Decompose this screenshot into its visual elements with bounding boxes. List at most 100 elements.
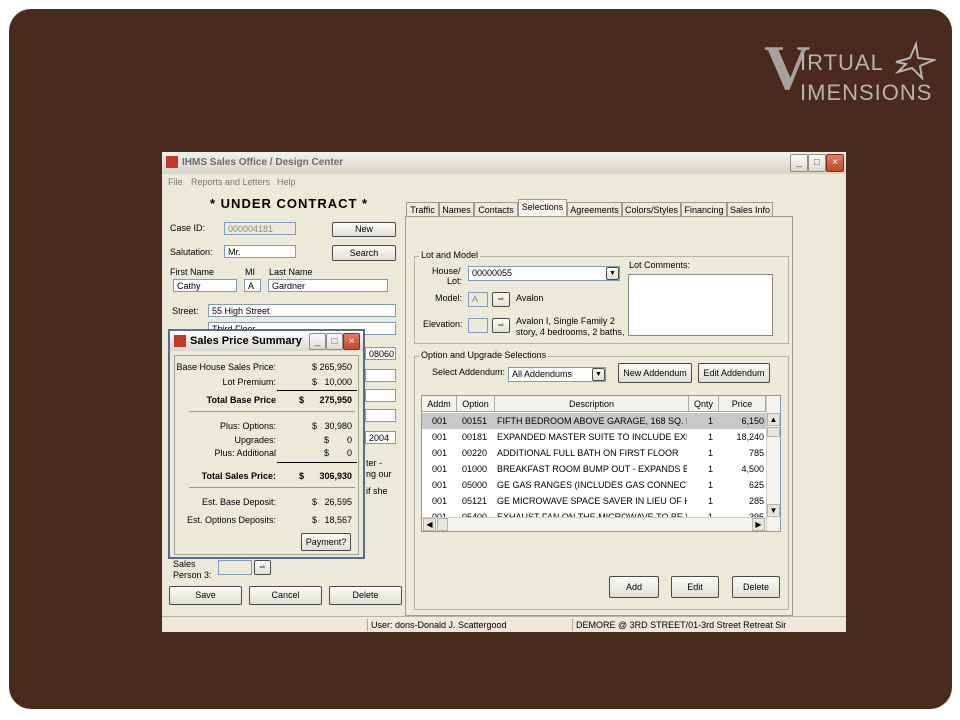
cell-addm: 001 <box>432 464 448 474</box>
currency-symbol: $ <box>299 395 305 405</box>
elevation-lookup-icon[interactable]: ⇨ <box>492 318 510 333</box>
column-header-price[interactable]: Price <box>719 396 766 412</box>
table-row[interactable]: 001 01000 BREAKFAST ROOM BUMP OUT - EXPA… <box>422 461 766 477</box>
column-header-qnty[interactable]: Qnty <box>689 396 719 412</box>
elevation-description: Avalon I, Single Family 2 story, 4 bedro… <box>516 316 625 337</box>
scroll-right-icon[interactable]: ▶ <box>752 518 765 531</box>
cell-addm: 001 <box>432 512 448 517</box>
currency-symbol: $ <box>299 471 305 481</box>
tab-names[interactable]: Names <box>439 202 474 216</box>
table-row[interactable]: 001 00151 FIFTH BEDROOM ABOVE GARAGE, 16… <box>422 413 766 429</box>
table-row[interactable]: 001 05121 GE MICROWAVE SPACE SAVER IN LI… <box>422 493 766 509</box>
virtual-dimensions-logo: V IRTUAL IMENSIONS <box>764 36 944 114</box>
sales-price-summary-dialog: Sales Price Summary _ □ × Base House Sal… <box>168 329 365 559</box>
dialog-maximize-button[interactable]: □ <box>326 333 343 350</box>
lot-premium-value: 10,000 <box>324 377 352 387</box>
menu-file[interactable]: File <box>168 177 183 187</box>
search-button[interactable]: Search <box>332 245 396 261</box>
tab-selections[interactable]: Selections <box>518 199 567 217</box>
edit-option-button[interactable]: Edit <box>671 576 719 598</box>
date-field[interactable]: 2004 <box>365 431 396 444</box>
tab-sales-info[interactable]: Sales Info <box>727 202 773 216</box>
add-option-button[interactable]: Add <box>609 576 659 598</box>
status-bar: User: dons-Donald J. Scattergood DEMORE … <box>162 616 846 632</box>
tab-agreements[interactable]: Agreements <box>567 202 622 216</box>
dialog-minimize-button[interactable]: _ <box>309 333 326 350</box>
maximize-button[interactable]: □ <box>808 154 826 172</box>
menu-help[interactable]: Help <box>277 177 296 187</box>
upgrades-value: 0 <box>346 435 352 445</box>
phone-field[interactable] <box>365 389 396 402</box>
cell-option: 00181 <box>462 432 488 442</box>
house-lot-dropdown-icon[interactable]: ▼ <box>606 267 619 280</box>
elevation-code-field[interactable] <box>468 318 488 333</box>
tab-traffic[interactable]: Traffic <box>406 202 439 216</box>
dialog-app-icon <box>174 335 186 347</box>
minimize-button[interactable]: _ <box>790 154 808 172</box>
city-field[interactable] <box>365 369 396 382</box>
street-field[interactable]: 55 High Street <box>208 304 396 317</box>
table-row[interactable]: 001 00220 ADDITIONAL FULL BATH ON FIRST … <box>422 445 766 461</box>
horizontal-scrollbar[interactable]: ◀ ▶ <box>422 517 766 531</box>
delete-option-button[interactable]: Delete <box>732 576 780 598</box>
salutation-label: Salutation: <box>170 247 213 257</box>
cell-option: 05121 <box>462 496 488 506</box>
sales-person3-lookup-icon[interactable]: ⇨ <box>254 560 271 575</box>
menu-reports-and-letters[interactable]: Reports and Letters <box>191 177 270 187</box>
new-addendum-button[interactable]: New Addendum <box>618 363 692 383</box>
first-name-field[interactable]: Cathy <box>173 279 237 292</box>
scroll-down-icon[interactable]: ▼ <box>767 504 780 517</box>
sales-person3-label-line2: Person 3: <box>173 570 212 580</box>
cancel-button[interactable]: Cancel <box>249 586 322 605</box>
dialog-title-bar: Sales Price Summary _ □ × <box>170 331 363 351</box>
tab-financing[interactable]: Financing <box>681 202 727 216</box>
hscroll-thumb[interactable] <box>437 518 448 531</box>
scroll-left-icon[interactable]: ◀ <box>423 518 436 531</box>
house-lot-label-line1: House/ <box>432 266 461 276</box>
tab-contacts[interactable]: Contacts <box>474 202 518 216</box>
delete-button[interactable]: Delete <box>329 586 402 605</box>
table-row[interactable]: 001 05400 EXHAUST FAN ON THE MICROWAVE T… <box>422 509 766 517</box>
zip-field[interactable]: 08060 <box>365 347 396 360</box>
house-lot-label-line2: Lot: <box>447 276 463 286</box>
currency-symbol: $ <box>324 435 330 445</box>
addendum-dropdown-icon[interactable]: ▼ <box>592 368 605 381</box>
model-lookup-icon[interactable]: ⇨ <box>492 292 510 307</box>
tab-colors-styles[interactable]: Colors/Styles <box>622 202 681 216</box>
section-rule <box>189 487 355 488</box>
case-id-field[interactable]: 000004181 <box>224 222 296 235</box>
cell-option: 00220 <box>462 448 488 458</box>
total-base-label: Total Base Price <box>206 395 276 405</box>
options-label: Plus: Options: <box>219 421 276 431</box>
cell-option: 01000 <box>462 464 488 474</box>
last-name-field[interactable]: Gardner <box>268 279 388 292</box>
star-icon <box>894 40 936 80</box>
sales-person3-field[interactable] <box>218 560 252 575</box>
cell-qnty: 1 <box>708 480 714 490</box>
edit-addendum-button[interactable]: Edit Addendum <box>698 363 770 383</box>
dialog-close-button[interactable]: × <box>343 333 360 350</box>
table-row[interactable]: 001 00181 EXPANDED MASTER SUITE TO INCLU… <box>422 429 766 445</box>
mi-field[interactable]: A <box>244 279 261 292</box>
new-button[interactable]: New <box>332 222 396 237</box>
lot-premium-label: Lot Premium: <box>222 377 276 387</box>
email-field[interactable] <box>365 409 396 422</box>
save-button[interactable]: Save <box>169 586 242 605</box>
scroll-thumb[interactable] <box>767 427 780 437</box>
vertical-scrollbar[interactable]: ▲ ▼ <box>766 396 780 531</box>
note-line3: if she <box>366 486 388 496</box>
currency-symbol: $ <box>312 421 318 431</box>
payment-button[interactable]: Payment? <box>301 533 351 551</box>
column-header-description[interactable]: Description <box>495 396 689 412</box>
lot-comments-field[interactable] <box>628 274 773 336</box>
salutation-field[interactable]: Mr. <box>224 245 296 258</box>
house-lot-select[interactable]: 00000055 <box>468 266 620 281</box>
column-header-option[interactable]: Option <box>457 396 495 412</box>
column-header-addm[interactable]: Addm <box>422 396 457 412</box>
cell-addm: 001 <box>432 432 448 442</box>
close-button[interactable]: × <box>826 154 844 172</box>
app-icon <box>166 156 178 168</box>
scroll-up-icon[interactable]: ▲ <box>767 413 780 426</box>
table-row[interactable]: 001 05000 GE GAS RANGES (INCLUDES GAS CO… <box>422 477 766 493</box>
model-code-field[interactable]: A <box>468 292 488 307</box>
